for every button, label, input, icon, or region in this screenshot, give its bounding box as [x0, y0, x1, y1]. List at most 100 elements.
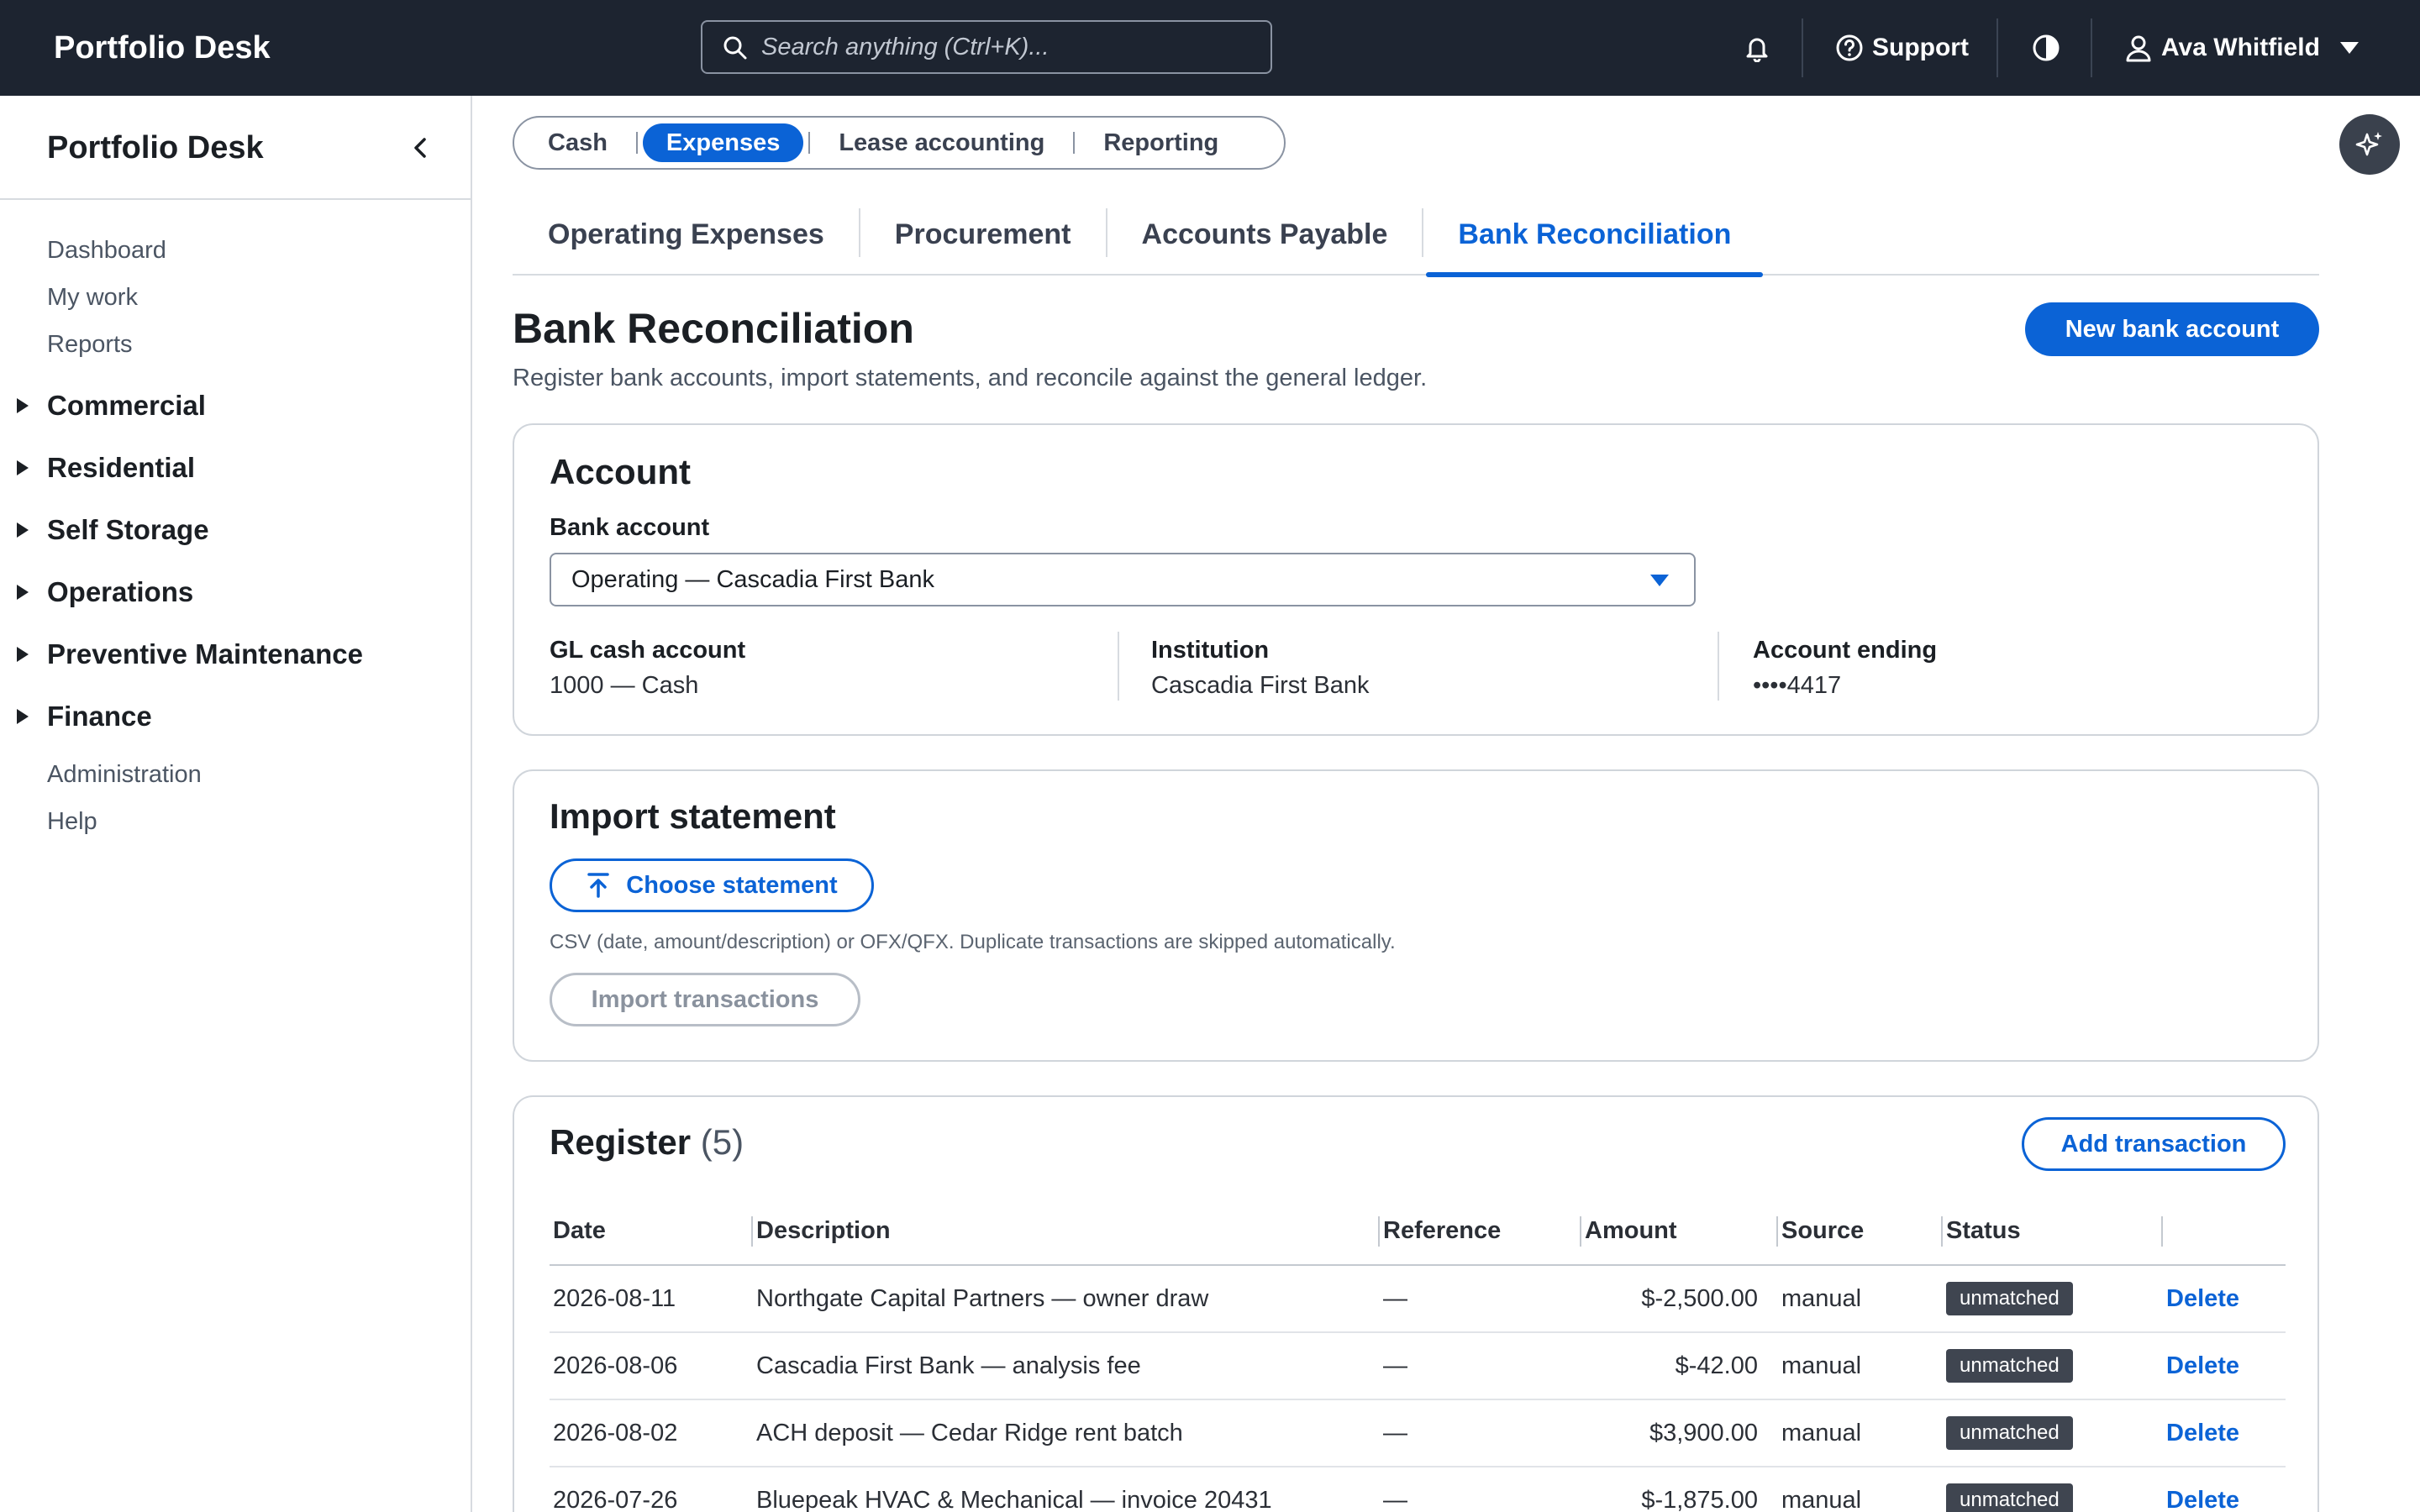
cell-status: unmatched [1943, 1467, 2163, 1512]
delete-transaction-link[interactable]: Delete [2166, 1420, 2239, 1446]
sidebar-title: Portfolio Desk [47, 130, 264, 165]
sidebar-item-help[interactable]: Help [47, 808, 97, 836]
cell-date-text: 2026-07-26 [553, 1486, 678, 1512]
expand-triangle-icon [17, 522, 29, 538]
cell-description-text: Northgate Capital Partners — owner draw [756, 1284, 1209, 1312]
global-search[interactable] [701, 20, 1272, 74]
account-ending-label: Account ending [1753, 637, 1938, 664]
cell-status: unmatched [1943, 1265, 2163, 1333]
expand-triangle-icon [17, 460, 29, 475]
column-header-date[interactable]: Date [550, 1198, 753, 1266]
theme-toggle-button[interactable] [2032, 0, 2060, 96]
field-divider [1718, 632, 1719, 701]
cell-date: 2026-07-26 [550, 1467, 753, 1512]
cell-source: manual [1778, 1467, 1943, 1512]
column-header-source[interactable]: Source [1778, 1198, 1943, 1266]
sidebar-group-finance[interactable]: Finance [17, 701, 152, 732]
bank-account-label: Bank account [550, 514, 710, 541]
top-bar: Portfolio Desk Support Ava Whitfield [0, 0, 2420, 96]
bell-icon [1746, 38, 1768, 62]
expand-triangle-icon [17, 709, 29, 724]
choose-statement-button[interactable]: Choose statement [550, 858, 874, 912]
column-header-label: Amount [1585, 1217, 1677, 1244]
user-name: Ava Whitfield [2161, 34, 2320, 61]
search-input[interactable] [761, 22, 1257, 72]
tab-lease-accounting[interactable]: Lease accounting [815, 123, 1068, 162]
tab-label: Operating Expenses [548, 218, 824, 250]
column-header-label: Source [1781, 1217, 1865, 1244]
user-icon [2126, 35, 2151, 62]
sidebar-item-administration[interactable]: Administration [47, 761, 202, 789]
column-header-label: Status [1946, 1217, 2021, 1244]
status-badge: unmatched [1946, 1416, 2073, 1450]
expand-triangle-icon [17, 398, 29, 413]
sidebar-group-self-storage[interactable]: Self Storage [17, 514, 209, 546]
institution-value: Cascadia First Bank [1151, 672, 1370, 699]
user-menu-button[interactable]: Ava Whitfield [2124, 0, 2359, 96]
notifications-button[interactable] [1743, 0, 1771, 96]
register-table-body: 2026-08-11 Northgate Capital Partners — o… [550, 1265, 2286, 1512]
column-header-description[interactable]: Description [753, 1198, 1380, 1266]
expand-triangle-icon [17, 647, 29, 662]
bank-account-select[interactable]: Operating — Cascadia First Bank [550, 553, 1696, 606]
delete-transaction-link[interactable]: Delete [2166, 1487, 2239, 1512]
cell-amount-text: $-1,875.00 [1641, 1486, 1758, 1512]
cell-date: 2026-08-11 [550, 1265, 753, 1333]
sidebar-group-operations[interactable]: Operations [17, 576, 193, 608]
new-bank-account-button[interactable]: New bank account [2025, 302, 2319, 356]
cell-actions: Delete [2163, 1332, 2286, 1400]
tab-procurement[interactable]: Procurement [860, 208, 1107, 276]
table-row: 2026-08-11 Northgate Capital Partners — o… [550, 1265, 2286, 1333]
column-header-label: Description [756, 1217, 891, 1244]
table-row: 2026-07-26 Bluepeak HVAC & Mechanical — i… [550, 1467, 2286, 1512]
sidebar-group-label: Self Storage [47, 514, 209, 545]
column-header-label: Reference [1383, 1217, 1502, 1244]
upload-icon [587, 873, 610, 898]
tab-expenses[interactable]: Expenses [642, 123, 804, 162]
import-card-title: Import statement [550, 796, 836, 836]
column-header-amount[interactable]: Amount [1581, 1198, 1778, 1266]
account-ending-value: ••••4417 [1753, 672, 1842, 699]
add-transaction-button[interactable]: Add transaction [2022, 1117, 2286, 1171]
column-header-label: Date [553, 1217, 606, 1244]
cell-amount: $-42.00 [1581, 1332, 1778, 1400]
tab-operating-expenses[interactable]: Operating Expenses [513, 208, 860, 276]
support-button[interactable]: Support [1835, 0, 1969, 96]
register-table: Date Description Reference Amount Source… [550, 1198, 2286, 1512]
cell-amount-text: $-42.00 [1675, 1352, 1758, 1379]
cell-description-text: Bluepeak HVAC & Mechanical — invoice 204… [756, 1486, 1272, 1512]
cell-source-text: manual [1781, 1419, 1862, 1446]
cell-date: 2026-08-02 [550, 1399, 753, 1467]
sidebar-item-my-work[interactable]: My work [47, 284, 138, 312]
assistant-button[interactable] [2339, 114, 2400, 175]
sidebar-item-reports[interactable]: Reports [47, 331, 133, 359]
tab-bank-reconciliation[interactable]: Bank Reconciliation [1423, 208, 1766, 277]
tab-accounts-payable[interactable]: Accounts Payable [1107, 208, 1424, 276]
import-transactions-button[interactable]: Import transactions [550, 973, 860, 1026]
register-card: Register (5) Add transaction Date Descri… [513, 1095, 2319, 1512]
collapse-sidebar-icon[interactable] [405, 133, 435, 163]
expand-triangle-icon [17, 585, 29, 600]
sidebar-group-preventive-maintenance[interactable]: Preventive Maintenance [17, 638, 363, 670]
sparkle-icon [2355, 132, 2382, 156]
tab-cash[interactable]: Cash [524, 123, 631, 162]
sidebar-item-dashboard[interactable]: Dashboard [47, 237, 166, 265]
sidebar-group-commercial[interactable]: Commercial [17, 390, 206, 422]
app-brand[interactable]: Portfolio Desk [54, 0, 271, 96]
sidebar-group-residential[interactable]: Residential [17, 452, 195, 484]
cell-description: Bluepeak HVAC & Mechanical — invoice 204… [753, 1467, 1380, 1512]
cell-description-text: ACH deposit — Cedar Ridge rent batch [756, 1419, 1183, 1446]
table-header-row: Date Description Reference Amount Source… [550, 1198, 2286, 1266]
tab-reporting[interactable]: Reporting [1080, 123, 1242, 162]
column-header-reference[interactable]: Reference [1380, 1198, 1581, 1266]
sidebar-group-label: Commercial [47, 390, 206, 421]
cell-description: Cascadia First Bank — analysis fee [753, 1332, 1380, 1400]
bank-account-value: Operating — Cascadia First Bank [571, 566, 934, 593]
cell-actions: Delete [2163, 1265, 2286, 1333]
sidebar-group-label: Finance [47, 701, 152, 732]
delete-transaction-link[interactable]: Delete [2166, 1352, 2239, 1379]
column-header-status[interactable]: Status [1943, 1198, 2163, 1266]
delete-transaction-link[interactable]: Delete [2166, 1285, 2239, 1312]
cell-source-text: manual [1781, 1352, 1862, 1379]
status-badge: unmatched [1946, 1282, 2073, 1315]
